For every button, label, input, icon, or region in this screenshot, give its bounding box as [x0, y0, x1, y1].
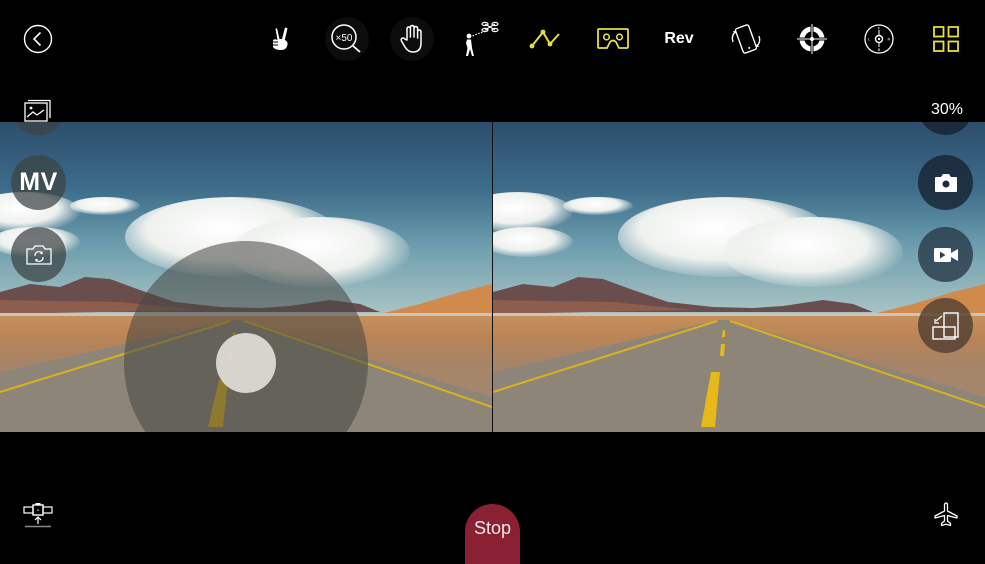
svg-text:F: F: [878, 26, 881, 31]
mv-label: MV: [19, 168, 58, 196]
reverse-label: Rev: [664, 30, 694, 47]
victory-hand-icon: [273, 27, 288, 50]
joystick-area: [0, 122, 492, 432]
mv-button[interactable]: MV: [11, 155, 66, 210]
compass-icon: F L R B: [864, 24, 894, 54]
hover-button[interactable]: [390, 17, 434, 61]
camera-switch-icon: [25, 244, 52, 265]
camera-feed-right[interactable]: [493, 122, 985, 432]
scene: [493, 122, 985, 432]
back-button[interactable]: [16, 17, 60, 61]
airplane-icon: [934, 502, 958, 527]
svg-text:R: R: [888, 37, 891, 42]
camera-icon: [934, 173, 957, 192]
waypoints-button[interactable]: [524, 17, 568, 61]
switch-camera-button[interactable]: [11, 227, 66, 282]
video-button[interactable]: [918, 227, 973, 282]
gyro-calibrate-button[interactable]: [22, 502, 54, 533]
follow-me-button[interactable]: [458, 17, 502, 61]
follow-me-icon: [466, 21, 499, 56]
grid-button[interactable]: [924, 17, 968, 61]
phone-rotate-icon: [731, 24, 761, 54]
battery-percent: 30%: [930, 101, 963, 118]
joystick-thumb[interactable]: [216, 333, 276, 393]
video-camera-icon: [933, 247, 958, 262]
stop-label: Stop: [473, 518, 512, 538]
satellite-upload-icon: [23, 503, 53, 528]
swap-view-icon: [931, 311, 959, 340]
headless-mode-button[interactable]: F L R B: [857, 17, 901, 61]
vr-headset-icon: [597, 28, 629, 49]
reverse-button[interactable]: Rev: [657, 17, 701, 61]
chevron-left-icon: [23, 24, 53, 54]
crosshair-icon: [796, 23, 828, 55]
gallery-icon: [24, 99, 51, 122]
gesture-button[interactable]: [258, 17, 302, 61]
svg-text:L: L: [868, 37, 871, 42]
grid-icon: [933, 26, 959, 52]
svg-text:B: B: [878, 47, 881, 52]
swap-view-button[interactable]: [918, 298, 973, 353]
vr-mode-button[interactable]: [591, 17, 635, 61]
vr-divider: [492, 122, 493, 432]
zoom-button[interactable]: ×50: [325, 17, 369, 61]
rotate-screen-button[interactable]: [724, 17, 768, 61]
svg-text:×50: ×50: [336, 33, 353, 44]
flight-mode-button[interactable]: [933, 502, 959, 533]
gallery-button[interactable]: [24, 99, 52, 128]
stop-button[interactable]: Stop: [465, 504, 520, 564]
calibrate-button[interactable]: [790, 17, 834, 61]
hand-stop-icon: [400, 24, 422, 53]
zoom-x50-icon: ×50: [331, 24, 361, 53]
waypoint-path-icon: [529, 29, 560, 49]
photo-button[interactable]: [918, 155, 973, 210]
